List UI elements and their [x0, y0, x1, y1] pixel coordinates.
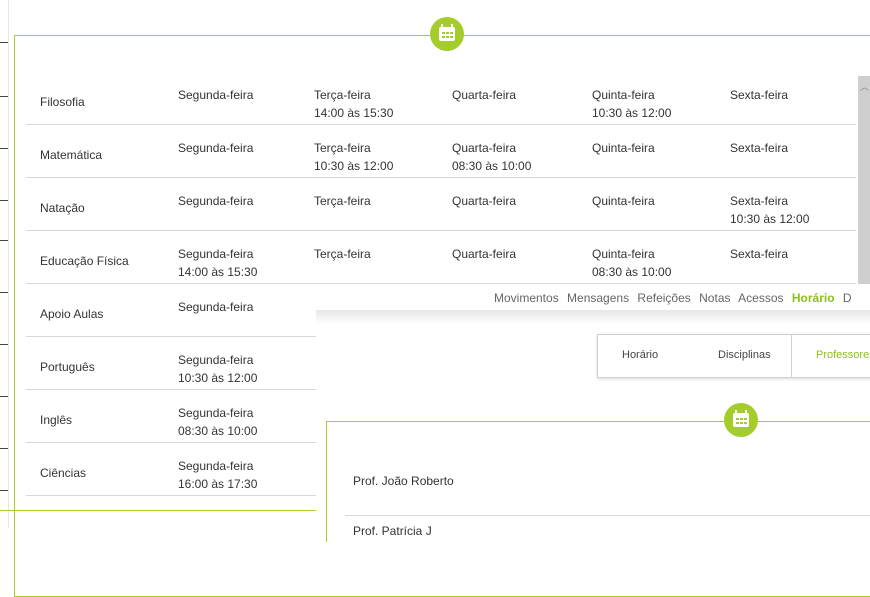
subject-name: Educação Física	[40, 254, 129, 268]
time-range: 10:30 às 12:00	[178, 371, 258, 385]
day-cell: Sexta-feira	[730, 139, 788, 157]
nav-item-refeicoes[interactable]: Refeições	[637, 291, 690, 305]
table-row: Filosofia Segunda-feira Terça-feira 14:00 à…	[26, 72, 856, 125]
day-label: Segunda-feira	[178, 141, 254, 155]
day-cell: Segunda-feira 16:00 às 17:30	[178, 457, 257, 493]
day-label: Segunda-feira	[178, 459, 254, 473]
professor-name: Prof. João Roberto	[353, 474, 454, 488]
subject-name: Matemática	[40, 148, 103, 162]
tab-horario[interactable]: Horário	[622, 349, 658, 361]
table-row: Natação Segunda-feira Terça-feira Quarta-fe…	[26, 178, 856, 231]
bottom-rule	[0, 510, 316, 511]
tab-disciplinas[interactable]: Disciplinas	[718, 349, 771, 361]
day-label: Quinta-feira	[592, 88, 655, 102]
tab-bar: Horário Disciplinas Professores	[597, 334, 870, 378]
time-range: 10:30 às 12:00	[314, 159, 394, 173]
day-cell: Quarta-feira	[452, 192, 516, 210]
subject-name: Natação	[40, 201, 85, 215]
table-row: Ciências Segunda-feira 16:00 às 17:30	[26, 443, 316, 496]
table-row: Inglês Segunda-feira 08:30 às 10:00	[26, 390, 316, 443]
day-label: Terça-feira	[314, 141, 371, 155]
subject-name: Português	[40, 360, 95, 374]
day-cell: Quinta-feira 08:30 às 10:00	[592, 245, 671, 281]
day-label: Quinta-feira	[592, 141, 655, 155]
day-cell: Segunda-feira	[178, 139, 253, 157]
day-label: Quarta-feira	[452, 194, 517, 208]
day-cell: Segunda-feira	[178, 298, 253, 316]
day-cell: Terça-feira	[314, 192, 371, 210]
day-cell: Quarta-feira	[452, 245, 516, 263]
subject-name: Inglês	[40, 413, 73, 427]
day-label: Segunda-feira	[178, 406, 254, 420]
nav-item-notas[interactable]: Notas	[699, 291, 730, 305]
professor-name: Prof. Patrícia J	[353, 524, 432, 538]
time-range: 08:30 às 10:00	[178, 424, 258, 438]
time-range: 08:30 às 10:00	[452, 159, 532, 173]
scrollbar[interactable]: ︿	[858, 76, 870, 284]
day-label: Sexta-feira	[730, 141, 789, 155]
day-label: Sexta-feira	[730, 247, 789, 261]
table-row: Matemática Segunda-feira Terça-feira 10:30 …	[26, 125, 856, 178]
calendar-icon	[430, 17, 464, 51]
time-range: 10:30 às 12:00	[592, 106, 672, 120]
left-edge-marks	[0, 0, 10, 528]
day-cell: Terça-feira 10:30 às 12:00	[314, 139, 393, 175]
day-label: Quarta-feira	[452, 247, 517, 261]
day-cell: Segunda-feira	[178, 86, 253, 104]
table-row: Português Segunda-feira 10:30 às 12:00	[26, 337, 316, 390]
day-label: Sexta-feira	[730, 88, 789, 102]
subject-name: Ciências	[40, 466, 87, 480]
nav-item-horario[interactable]: Horário	[792, 291, 835, 305]
day-label: Terça-feira	[314, 194, 371, 208]
day-cell: Sexta-feira	[730, 245, 788, 263]
day-label: Sexta-feira	[730, 194, 789, 208]
day-cell: Segunda-feira 10:30 às 12:00	[178, 351, 257, 387]
day-label: Quinta-feira	[592, 194, 655, 208]
day-cell: Quinta-feira	[592, 139, 655, 157]
day-cell: Sexta-feira	[730, 86, 788, 104]
subject-name: Apoio Aulas	[40, 307, 104, 321]
day-cell: Quarta-feira	[452, 86, 516, 104]
day-label: Terça-feira	[314, 88, 371, 102]
day-label: Quarta-feira	[452, 88, 517, 102]
day-cell: Segunda-feira 08:30 às 10:00	[178, 404, 257, 440]
time-range: 14:00 às 15:30	[178, 265, 258, 279]
tab-professores[interactable]: Professores	[816, 349, 870, 361]
nav-item-d[interactable]: D	[843, 291, 852, 305]
day-cell: Sexta-feira 10:30 às 12:00	[730, 192, 809, 228]
row-divider	[345, 515, 870, 516]
time-range: 16:00 às 17:30	[178, 477, 258, 491]
nav-shadow	[316, 310, 870, 324]
day-cell: Terça-feira	[314, 245, 371, 263]
subject-name: Filosofia	[40, 95, 85, 109]
day-cell: Segunda-feira	[178, 192, 253, 210]
nav-item-mensagens[interactable]: Mensagens	[567, 291, 629, 305]
day-label: Segunda-feira	[178, 194, 254, 208]
professors-panel: Prof. João Roberto Prof. Patrícia J	[326, 421, 870, 542]
nav-item-acessos[interactable]: Acessos	[738, 291, 783, 305]
day-label: Segunda-feira	[178, 247, 254, 261]
table-row: Educação Física Segunda-feira 14:00 às 15:…	[26, 231, 856, 284]
day-cell: Segunda-feira 14:00 às 15:30	[178, 245, 257, 281]
day-cell: Quarta-feira 08:30 às 10:00	[452, 139, 531, 175]
calendar-icon	[724, 403, 758, 437]
table-row: Apoio Aulas Segunda-feira	[26, 284, 316, 337]
day-label: Segunda-feira	[178, 353, 254, 367]
day-cell: Terça-feira 14:00 às 15:30	[314, 86, 393, 122]
nav-item-movimentos[interactable]: Movimentos	[494, 291, 559, 305]
day-label: Segunda-feira	[178, 88, 254, 102]
top-nav: Movimentos Mensagens Refeições Notas Ace…	[494, 291, 857, 305]
day-label: Segunda-feira	[178, 300, 254, 314]
time-range: 08:30 às 10:00	[592, 265, 672, 279]
tab-separator	[791, 335, 792, 377]
day-label: Quarta-feira	[452, 141, 517, 155]
day-cell: Quinta-feira 10:30 às 12:00	[592, 86, 671, 122]
time-range: 14:00 às 15:30	[314, 106, 394, 120]
day-label: Quinta-feira	[592, 247, 655, 261]
day-label: Terça-feira	[314, 247, 371, 261]
day-cell: Quinta-feira	[592, 192, 655, 210]
time-range: 10:30 às 12:00	[730, 212, 810, 226]
